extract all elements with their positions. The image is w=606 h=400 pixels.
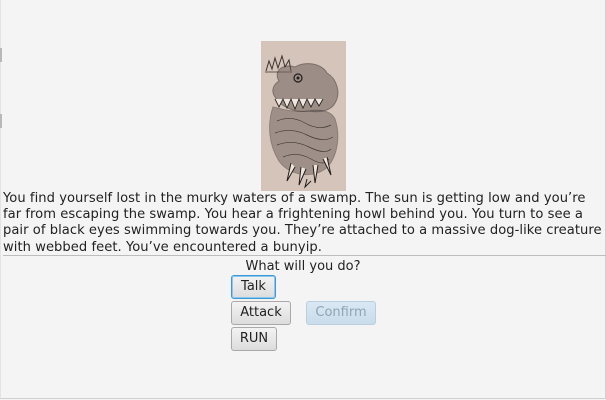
window-edge-mark (0, 114, 2, 128)
bunyip-illustration (261, 41, 346, 191)
window-edge-mark (0, 48, 2, 62)
attack-button[interactable]: Attack (231, 301, 291, 325)
bunyip-sketch-icon (261, 41, 346, 191)
action-prompt: What will you do? (245, 259, 361, 274)
run-button[interactable]: RUN (231, 327, 277, 351)
story-text: You find yourself lost in the murky wate… (3, 191, 602, 255)
confirm-button[interactable]: Confirm (306, 301, 376, 325)
divider (3, 255, 606, 256)
talk-button[interactable]: Talk (231, 275, 276, 299)
